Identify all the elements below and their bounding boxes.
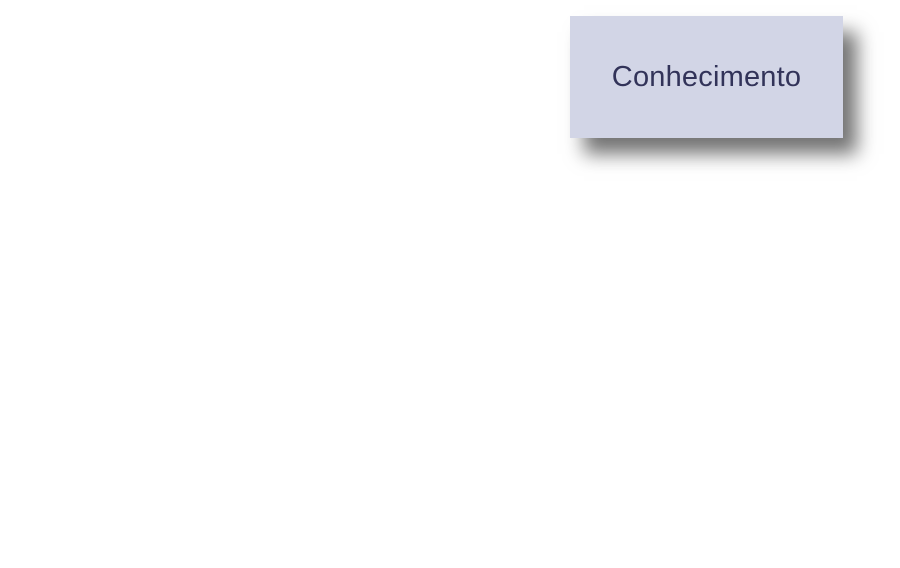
knowledge-card[interactable]: Conhecimento bbox=[570, 16, 843, 138]
card-label: Conhecimento bbox=[611, 60, 802, 93]
canvas: Conhecimento bbox=[0, 0, 900, 568]
